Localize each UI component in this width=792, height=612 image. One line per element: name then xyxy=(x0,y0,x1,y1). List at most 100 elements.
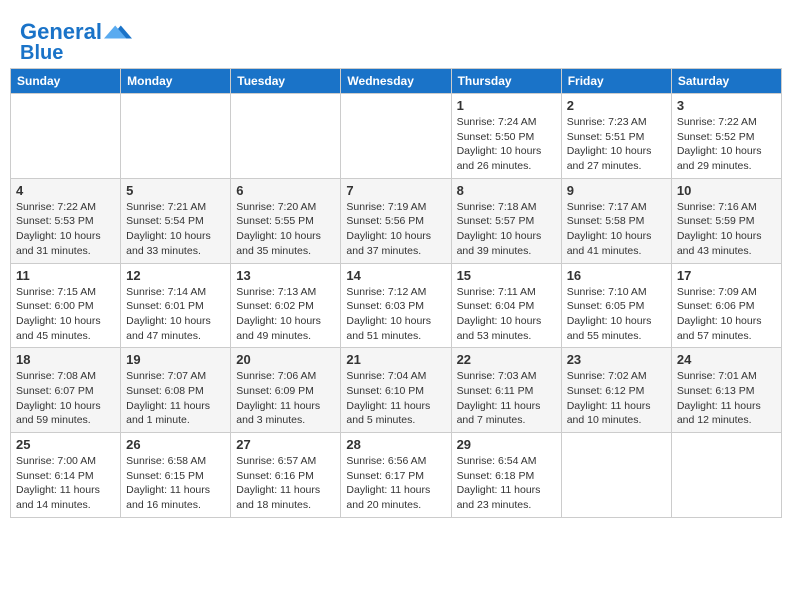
day-info: Sunrise: 7:20 AM Sunset: 5:55 PM Dayligh… xyxy=(236,200,335,259)
calendar-cell: 2 Sunrise: 7:23 AM Sunset: 5:51 PM Daylig… xyxy=(561,94,671,179)
day-info: Sunrise: 7:15 AM Sunset: 6:00 PM Dayligh… xyxy=(16,285,115,344)
weekday-header-monday: Monday xyxy=(121,69,231,94)
day-info: Sunrise: 7:07 AM Sunset: 6:08 PM Dayligh… xyxy=(126,369,225,428)
day-number: 12 xyxy=(126,268,225,283)
day-info: Sunrise: 7:14 AM Sunset: 6:01 PM Dayligh… xyxy=(126,285,225,344)
calendar-cell: 17 Sunrise: 7:09 AM Sunset: 6:06 PM Dayli… xyxy=(671,263,781,348)
day-info: Sunrise: 7:09 AM Sunset: 6:06 PM Dayligh… xyxy=(677,285,776,344)
day-number: 24 xyxy=(677,352,776,367)
calendar-cell: 26 Sunrise: 6:58 AM Sunset: 6:15 PM Dayli… xyxy=(121,433,231,518)
day-info: Sunrise: 7:08 AM Sunset: 6:07 PM Dayligh… xyxy=(16,369,115,428)
logo-text: General xyxy=(20,20,102,44)
day-info: Sunrise: 7:10 AM Sunset: 6:05 PM Dayligh… xyxy=(567,285,666,344)
calendar-cell: 16 Sunrise: 7:10 AM Sunset: 6:05 PM Dayli… xyxy=(561,263,671,348)
day-info: Sunrise: 7:11 AM Sunset: 6:04 PM Dayligh… xyxy=(457,285,556,344)
day-info: Sunrise: 7:03 AM Sunset: 6:11 PM Dayligh… xyxy=(457,369,556,428)
logo: General Blue xyxy=(20,18,132,64)
calendar-cell: 4 Sunrise: 7:22 AM Sunset: 5:53 PM Daylig… xyxy=(11,178,121,263)
day-info: Sunrise: 7:21 AM Sunset: 5:54 PM Dayligh… xyxy=(126,200,225,259)
day-number: 15 xyxy=(457,268,556,283)
day-number: 20 xyxy=(236,352,335,367)
day-number: 1 xyxy=(457,98,556,113)
day-info: Sunrise: 6:56 AM Sunset: 6:17 PM Dayligh… xyxy=(346,454,445,513)
day-number: 28 xyxy=(346,437,445,452)
day-number: 10 xyxy=(677,183,776,198)
weekday-header-friday: Friday xyxy=(561,69,671,94)
calendar-cell: 8 Sunrise: 7:18 AM Sunset: 5:57 PM Daylig… xyxy=(451,178,561,263)
calendar-cell xyxy=(121,94,231,179)
calendar-cell: 21 Sunrise: 7:04 AM Sunset: 6:10 PM Dayli… xyxy=(341,348,451,433)
calendar-cell: 28 Sunrise: 6:56 AM Sunset: 6:17 PM Dayli… xyxy=(341,433,451,518)
calendar-table: SundayMondayTuesdayWednesdayThursdayFrid… xyxy=(10,68,782,518)
day-number: 25 xyxy=(16,437,115,452)
day-info: Sunrise: 7:23 AM Sunset: 5:51 PM Dayligh… xyxy=(567,115,666,174)
day-number: 3 xyxy=(677,98,776,113)
calendar-cell: 19 Sunrise: 7:07 AM Sunset: 6:08 PM Dayli… xyxy=(121,348,231,433)
day-number: 18 xyxy=(16,352,115,367)
calendar-cell: 1 Sunrise: 7:24 AM Sunset: 5:50 PM Daylig… xyxy=(451,94,561,179)
day-number: 27 xyxy=(236,437,335,452)
day-number: 9 xyxy=(567,183,666,198)
calendar-cell: 29Sunrise: 6:54 AM Sunset: 6:18 PM Dayli… xyxy=(451,433,561,518)
logo-icon xyxy=(104,18,132,46)
day-info: Sunrise: 7:06 AM Sunset: 6:09 PM Dayligh… xyxy=(236,369,335,428)
day-number: 17 xyxy=(677,268,776,283)
weekday-header-saturday: Saturday xyxy=(671,69,781,94)
calendar-cell: 9 Sunrise: 7:17 AM Sunset: 5:58 PM Daylig… xyxy=(561,178,671,263)
calendar-cell: 20 Sunrise: 7:06 AM Sunset: 6:09 PM Dayli… xyxy=(231,348,341,433)
calendar-cell xyxy=(11,94,121,179)
calendar-cell: 24 Sunrise: 7:01 AM Sunset: 6:13 PM Dayli… xyxy=(671,348,781,433)
day-number: 14 xyxy=(346,268,445,283)
day-info: Sunrise: 6:57 AM Sunset: 6:16 PM Dayligh… xyxy=(236,454,335,513)
day-number: 6 xyxy=(236,183,335,198)
calendar-cell: 18 Sunrise: 7:08 AM Sunset: 6:07 PM Dayli… xyxy=(11,348,121,433)
calendar-cell: 10 Sunrise: 7:16 AM Sunset: 5:59 PM Dayli… xyxy=(671,178,781,263)
day-number: 26 xyxy=(126,437,225,452)
day-number: 23 xyxy=(567,352,666,367)
calendar-cell: 13 Sunrise: 7:13 AM Sunset: 6:02 PM Dayli… xyxy=(231,263,341,348)
day-number: 19 xyxy=(126,352,225,367)
calendar-cell: 12 Sunrise: 7:14 AM Sunset: 6:01 PM Dayli… xyxy=(121,263,231,348)
day-number: 16 xyxy=(567,268,666,283)
calendar-cell: 27 Sunrise: 6:57 AM Sunset: 6:16 PM Dayli… xyxy=(231,433,341,518)
day-info: Sunrise: 7:16 AM Sunset: 5:59 PM Dayligh… xyxy=(677,200,776,259)
day-number: 8 xyxy=(457,183,556,198)
day-info: Sunrise: 7:02 AM Sunset: 6:12 PM Dayligh… xyxy=(567,369,666,428)
calendar-cell: 22 Sunrise: 7:03 AM Sunset: 6:11 PM Dayli… xyxy=(451,348,561,433)
day-number: 7 xyxy=(346,183,445,198)
calendar-cell xyxy=(231,94,341,179)
day-number: 4 xyxy=(16,183,115,198)
day-info: Sunrise: 7:18 AM Sunset: 5:57 PM Dayligh… xyxy=(457,200,556,259)
day-number: 13 xyxy=(236,268,335,283)
calendar-cell xyxy=(341,94,451,179)
day-info: Sunrise: 7:22 AM Sunset: 5:53 PM Dayligh… xyxy=(16,200,115,259)
day-info: Sunrise: 7:24 AM Sunset: 5:50 PM Dayligh… xyxy=(457,115,556,174)
day-info: Sunrise: 7:04 AM Sunset: 6:10 PM Dayligh… xyxy=(346,369,445,428)
calendar-cell: 15 Sunrise: 7:11 AM Sunset: 6:04 PM Dayli… xyxy=(451,263,561,348)
calendar-cell: 25 Sunrise: 7:00 AM Sunset: 6:14 PM Dayli… xyxy=(11,433,121,518)
day-info: Sunrise: 6:54 AM Sunset: 6:18 PM Dayligh… xyxy=(457,454,556,513)
day-info: Sunrise: 7:12 AM Sunset: 6:03 PM Dayligh… xyxy=(346,285,445,344)
weekday-header-thursday: Thursday xyxy=(451,69,561,94)
day-number: 11 xyxy=(16,268,115,283)
calendar-cell xyxy=(671,433,781,518)
calendar-cell: 5 Sunrise: 7:21 AM Sunset: 5:54 PM Daylig… xyxy=(121,178,231,263)
weekday-header-sunday: Sunday xyxy=(11,69,121,94)
day-number: 5 xyxy=(126,183,225,198)
calendar-cell: 23 Sunrise: 7:02 AM Sunset: 6:12 PM Dayli… xyxy=(561,348,671,433)
calendar-cell xyxy=(561,433,671,518)
day-number: 21 xyxy=(346,352,445,367)
day-info: Sunrise: 7:00 AM Sunset: 6:14 PM Dayligh… xyxy=(16,454,115,513)
weekday-header-wednesday: Wednesday xyxy=(341,69,451,94)
day-info: Sunrise: 6:58 AM Sunset: 6:15 PM Dayligh… xyxy=(126,454,225,513)
day-info: Sunrise: 7:17 AM Sunset: 5:58 PM Dayligh… xyxy=(567,200,666,259)
day-info: Sunrise: 7:13 AM Sunset: 6:02 PM Dayligh… xyxy=(236,285,335,344)
weekday-header-tuesday: Tuesday xyxy=(231,69,341,94)
day-number: 2 xyxy=(567,98,666,113)
calendar-cell: 14 Sunrise: 7:12 AM Sunset: 6:03 PM Dayli… xyxy=(341,263,451,348)
day-info: Sunrise: 7:01 AM Sunset: 6:13 PM Dayligh… xyxy=(677,369,776,428)
day-info: Sunrise: 7:22 AM Sunset: 5:52 PM Dayligh… xyxy=(677,115,776,174)
page-header: General Blue xyxy=(10,10,782,68)
day-number: 22 xyxy=(457,352,556,367)
calendar-cell: 11 Sunrise: 7:15 AM Sunset: 6:00 PM Dayli… xyxy=(11,263,121,348)
